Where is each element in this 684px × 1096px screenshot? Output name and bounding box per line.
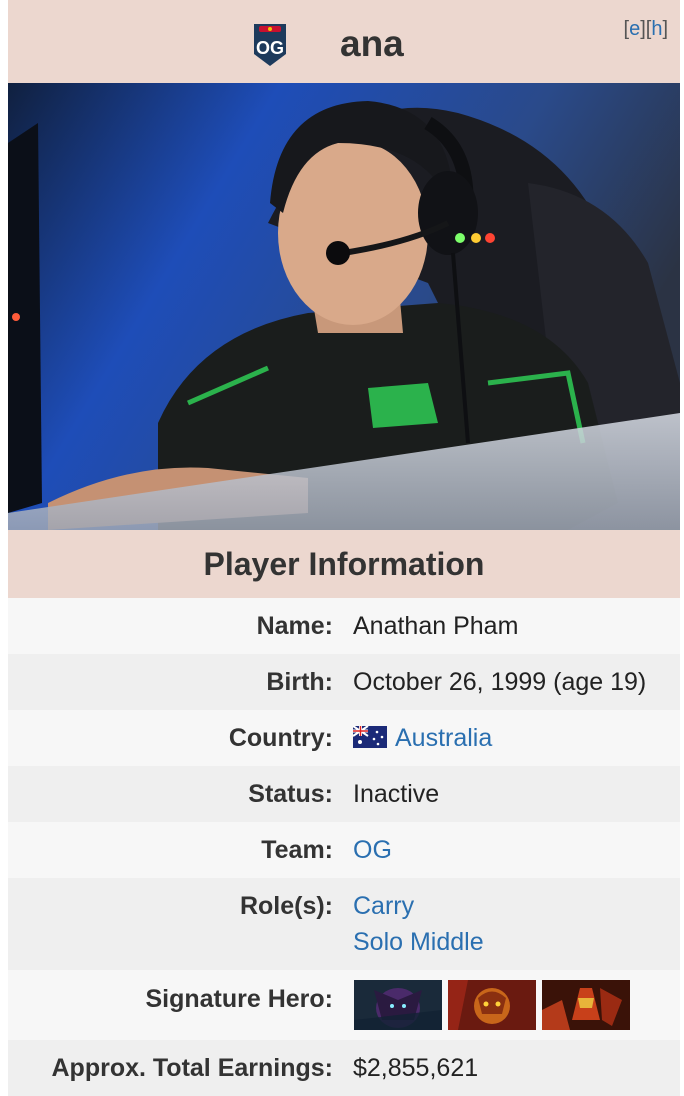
hero-portrait-3-icon[interactable] — [542, 980, 630, 1030]
infobox-header: OG ana [e][h] — [8, 0, 680, 83]
earnings-value: $2,855,621 — [353, 1054, 479, 1082]
role-solo-middle-link[interactable]: Solo Middle — [353, 928, 484, 957]
row-country: Country: Australia — [8, 710, 680, 766]
player-name-title: ana — [340, 23, 404, 64]
hero-portrait-1-icon[interactable] — [354, 980, 442, 1030]
country-link[interactable]: Australia — [395, 724, 492, 752]
row-status: Status: Inactive — [8, 766, 680, 822]
player-infobox: OG ana [e][h] Player Information Name: A… — [8, 0, 680, 1096]
row-roles: Role(s): Carry Solo Middle — [8, 878, 680, 970]
team-logo-text: OG — [256, 38, 284, 58]
row-birth: Birth: October 26, 1999 (age 19) — [8, 654, 680, 710]
status-value: Inactive — [353, 780, 440, 808]
edit-links: [e][h] — [623, 18, 669, 40]
roles-label: Role(s): — [239, 892, 333, 920]
country-value: Australia — [353, 724, 492, 753]
status-label: Status: — [248, 780, 333, 808]
birth-label: Birth: — [266, 668, 333, 696]
history-link[interactable]: h — [651, 18, 662, 40]
row-earnings: Approx. Total Earnings: $2,855,621 — [8, 1040, 680, 1096]
player-photo[interactable] — [8, 83, 680, 530]
team-link[interactable]: OG — [353, 836, 392, 865]
australia-flag-icon[interactable] — [353, 726, 387, 748]
edit-link[interactable]: e — [629, 18, 640, 40]
role-carry-link[interactable]: Carry — [353, 892, 414, 921]
player-photo-image — [8, 83, 680, 530]
team-logo-icon[interactable]: OG — [251, 20, 289, 68]
row-signature-hero: Signature Hero: — [8, 970, 680, 1040]
team-label: Team: — [261, 836, 333, 864]
name-value: Anathan Pham — [353, 612, 519, 640]
section-title: Player Information — [8, 530, 680, 598]
hero-portrait-2-icon[interactable] — [448, 980, 536, 1030]
country-label: Country: — [228, 724, 333, 752]
earnings-label: Approx. Total Earnings: — [51, 1054, 334, 1082]
signature-hero-label: Signature Hero: — [145, 985, 333, 1013]
row-name: Name: Anathan Pham — [8, 598, 680, 654]
name-label: Name: — [256, 612, 333, 640]
birth-value: October 26, 1999 (age 19) — [353, 668, 647, 696]
row-team: Team: OG — [8, 822, 680, 878]
